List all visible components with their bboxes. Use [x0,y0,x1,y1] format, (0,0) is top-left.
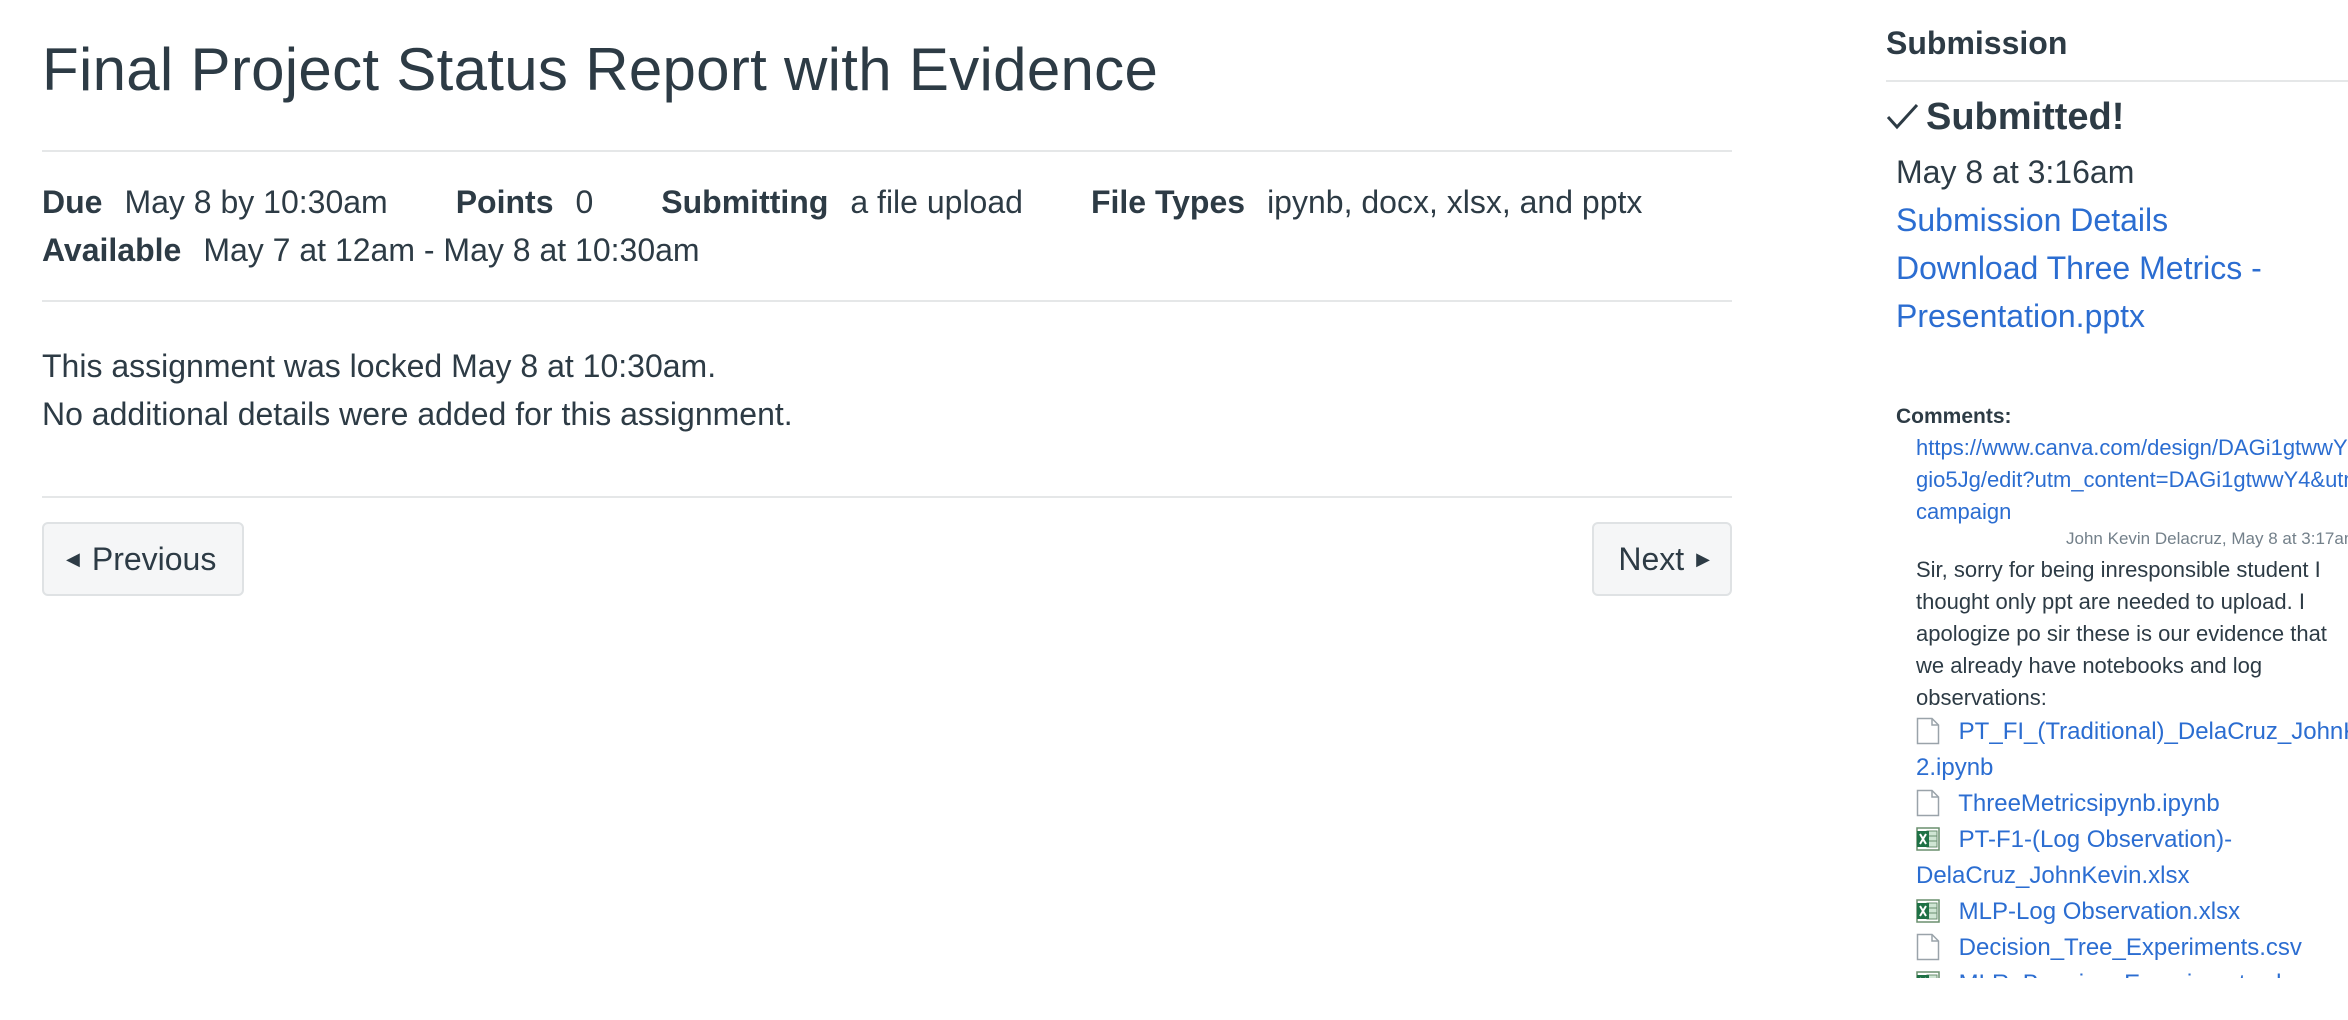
available-value: May 7 at 12am - May 8 at 10:30am [203,232,700,268]
attachment-name: MLP-Log Observation.xlsx [1958,898,2241,925]
assignment-description: This assignment was locked May 8 at 10:3… [42,302,1732,438]
attachment-name: ThreeMetricsipynb.ipynb [1958,790,2220,817]
document-icon [1916,933,1940,961]
document-icon [1916,789,1940,817]
document-icon [1916,717,1940,745]
comment-author-date: John Kevin Delacruz, May 8 at 3:17am [2066,529,2348,548]
comment-canva-link[interactable]: https://www.canva.com/design/DAGi1gtwwY4… [1916,432,2348,528]
excel-icon [1916,827,1940,851]
available-label: Available [42,232,182,268]
attachment-link[interactable]: MLP-Log Observation.xlsx [1916,894,2348,930]
due-label: Due [42,184,103,220]
due-value: May 8 by 10:30am [124,184,388,220]
no-details-message: No additional details were added for thi… [42,396,793,432]
excel-icon [1916,971,1940,978]
next-button[interactable]: Next ▶ [1592,522,1732,596]
submission-info: May 8 at 3:16am Submission Details Downl… [1886,148,2348,978]
submitted-date: May 8 at 3:16am [1896,154,2135,190]
module-navigation: ◀ Previous Next ▶ [42,522,1732,612]
previous-label: Previous [91,540,217,577]
points-value: 0 [575,184,594,220]
submission-details-link[interactable]: Submission Details [1896,196,2348,244]
details-row-available: Available May 7 at 12am - May 8 at 10:30a… [42,226,1732,274]
submission-status: Submitted! [1886,92,2348,142]
submission-heading: Submission [1886,25,2068,61]
checkmark-icon [1886,103,1919,130]
attachment-link[interactable]: PT-F1-(Log Observation)-DelaCruz_JohnKev… [1916,822,2348,894]
submitted-status-text: Submitted! [1926,95,2125,138]
download-presentation-link[interactable]: Download Three Metrics - Presentation.pp… [1896,244,2348,340]
comment-attachments: PT_FI_(Traditional)_DelaCruz_JohnKevin-2… [1916,714,2348,978]
submission-sidebar: Submission Submitted! May 8 at 3:16am Su… [1886,0,2348,978]
file-types-label: File Types [1090,184,1246,220]
submitting-value: a file upload [850,184,1023,220]
divider [1886,80,2348,82]
details-row-primary: Due May 8 by 10:30am Points 0 Submitting a fi… [42,178,1732,226]
assignment-details: Due May 8 by 10:30am Points 0 Submitting a fi… [42,152,1732,300]
page-title: Final Project Status Report with Evidenc… [42,36,1159,103]
attachment-name: PT-F1-(Log Observation)-DelaCruz_JohnKev… [1916,826,2233,889]
attachment-link[interactable]: ThreeMetricsipynb.ipynb [1916,786,2348,822]
excel-icon [1916,899,1940,923]
comment: https://www.canva.com/design/DAGi1gtwwY4… [1896,432,2348,978]
assignment-main: Final Project Status Report with Evidenc… [42,0,1732,612]
attachment-name: MLR_Bagging_Experiments.xlsx [1959,970,2306,978]
previous-button[interactable]: ◀ Previous [42,522,245,596]
attachment-name: Decision_Tree_Experiments.csv [1958,934,2302,961]
attachment-link[interactable]: PT_FI_(Traditional)_DelaCruz_JohnKevin-2… [1916,714,2348,786]
locked-message: This assignment was locked May 8 at 10:3… [42,348,717,384]
attachment-name: PT_FI_(Traditional)_DelaCruz_JohnKevin-2… [1916,718,2348,781]
attachment-link[interactable]: Decision_Tree_Experiments.csv [1916,930,2348,966]
file-types-value: ipynb, docx, xlsx, and pptx [1267,184,1643,220]
divider [42,496,1732,498]
comments-label: Comments: [1896,405,2012,428]
next-label: Next [1618,540,1685,577]
caret-left-icon: ◀ [66,548,80,569]
caret-right-icon: ▶ [1696,548,1710,569]
submitting-label: Submitting [661,184,829,220]
points-label: Points [455,184,554,220]
page: Final Project Status Report with Evidenc… [0,0,2348,1020]
comment-text: Sir, sorry for being inresponsible stude… [1916,557,2327,710]
attachment-link[interactable]: MLR_Bagging_Experiments.xlsx [1916,966,2348,978]
